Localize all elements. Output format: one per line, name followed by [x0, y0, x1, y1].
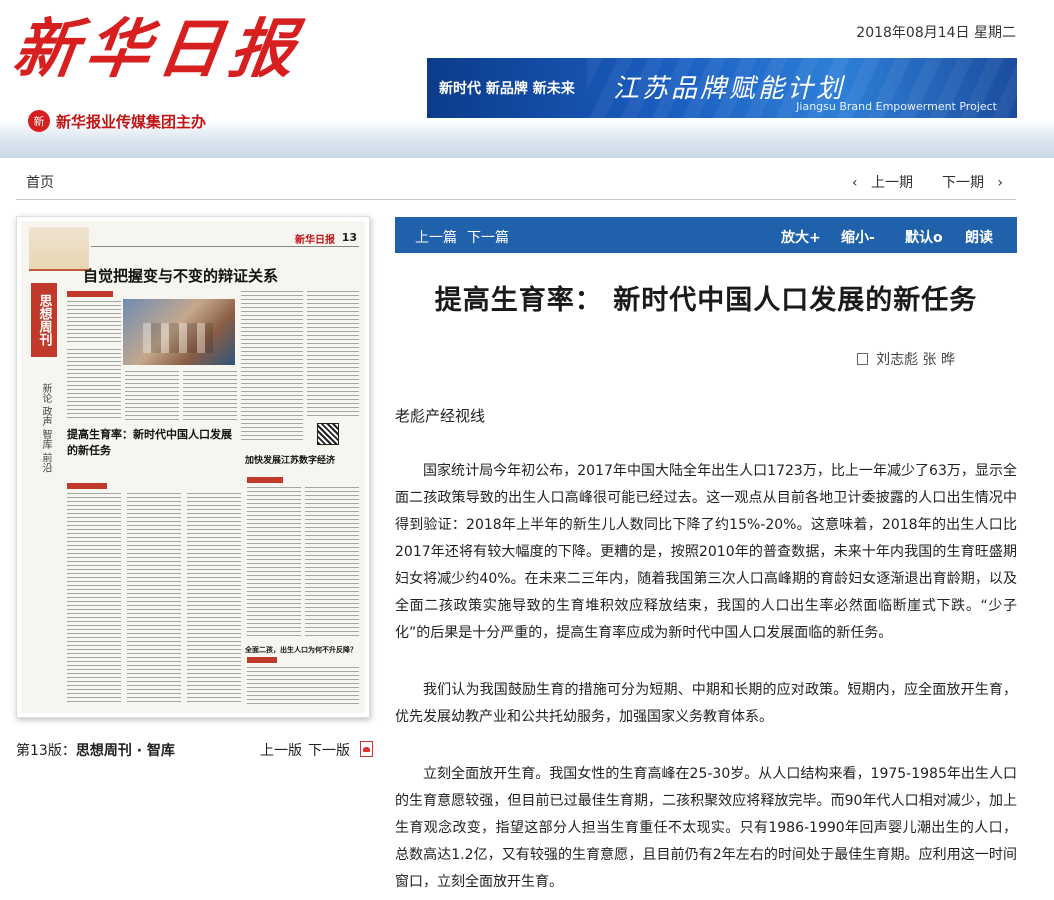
article-author: 刘志彪 张 晔	[395, 349, 955, 369]
thumb-text-block	[67, 349, 121, 421]
next-issue-link[interactable]: 下一期 ›	[942, 172, 1003, 192]
publisher-line: 新 新华报业传媒集团主办	[28, 110, 206, 132]
article-title: 提高生育率： 新时代中国人口发展的新任务	[434, 285, 978, 316]
zoom-out-button[interactable]: 缩小-	[841, 227, 875, 247]
newspaper-page-thumbnail[interactable]: 新华日报 13 自觉把握变与不变的辩证关系 思想周刊 新论 政声 智库 前沿 提…	[16, 216, 370, 718]
site-logo[interactable]: 新华日报	[9, 8, 308, 92]
thumb-photo	[123, 299, 235, 365]
seal-icon: 新	[28, 110, 50, 132]
prev-article-button[interactable]: 上一篇	[415, 227, 457, 247]
issue-navbar: 首页 ‹ 上一期 下一期 ›	[16, 162, 1016, 200]
article-paragraph: 我们认为我国鼓励生育的措施可分为短期、中期和长期的应对政策。短期内，应全面放开生…	[395, 682, 1017, 725]
page-name: 思想周刊 · 智库	[75, 743, 175, 759]
brand-banner[interactable]: 新时代 新品牌 新未来 江苏品牌赋能计划 Jiangsu Brand Empow…	[427, 58, 1017, 118]
issue-date: 2018年08月14日 星期二	[856, 25, 1016, 41]
article-lead: 老彪产经视线	[395, 407, 486, 425]
next-page-link[interactable]: 下一版	[308, 740, 350, 760]
prev-issue-link[interactable]: ‹ 上一期	[852, 172, 913, 192]
newspaper-page: 新华日报 13 自觉把握变与不变的辩证关系 思想周刊 新论 政声 智库 前沿 提…	[21, 221, 365, 713]
article-toolbar: 上一篇 下一篇 放大+ 缩小- 默认o 朗读	[395, 217, 1017, 253]
thumb-tag	[67, 483, 107, 489]
default-size-button[interactable]: 默认o	[905, 227, 943, 247]
page-caption: 第13版：思想周刊 · 智库	[16, 740, 175, 760]
thumb-tag	[67, 291, 113, 297]
thumb-text-block	[247, 487, 301, 637]
thumb-page-num: 13	[341, 231, 357, 244]
thumb-text-block	[127, 493, 181, 703]
thumb-masthead: 新华日报	[295, 235, 335, 246]
thumb-text-block	[125, 371, 179, 421]
next-article-button[interactable]: 下一篇	[467, 227, 509, 247]
zoom-in-button[interactable]: 放大+	[781, 227, 821, 247]
logo-text: 新华日报	[8, 12, 308, 87]
thumb-text-block	[241, 291, 303, 441]
checkbox-icon	[857, 353, 869, 365]
thumb-text-block	[187, 493, 241, 703]
thumb-text-block	[307, 291, 359, 417]
thumb-text-block	[247, 667, 359, 705]
banner-english: Jiangsu Brand Empowerment Project	[796, 100, 997, 113]
thumb-text-block	[67, 493, 121, 703]
author-names: 刘志彪 张 晔	[876, 352, 955, 368]
thumb-section: 思想周刊	[31, 283, 57, 357]
chevron-right-icon: ›	[984, 175, 1003, 191]
qr-code	[317, 423, 339, 445]
thumb-right-title: 加快发展江苏数字经济	[245, 456, 336, 466]
read-aloud-button[interactable]: 朗读	[965, 227, 993, 247]
thumb-article-title: 提高生育率：新时代中国人口发展的新任务	[67, 428, 232, 457]
publisher-text: 新华报业传媒集团主办	[56, 112, 207, 131]
thumb-text-block	[305, 487, 359, 637]
thumb-side-items: 新论 政声 智库 前沿	[40, 383, 51, 473]
banner-tags: 新时代 新品牌 新未来	[439, 81, 575, 97]
thumb-headline: 自觉把握变与不变的辩证关系	[83, 267, 279, 285]
home-link[interactable]: 首页	[26, 172, 54, 192]
chevron-left-icon: ‹	[852, 175, 871, 191]
decor-image	[29, 227, 89, 271]
site-header: 新华日报 新 新华报业传媒集团主办 2018年08月14日 星期二 新时代 新品…	[0, 0, 1054, 158]
pdf-icon[interactable]	[360, 741, 373, 757]
page-label: 第13版：	[16, 743, 76, 759]
article-paragraph: 立刻全面放开生育。我国女性的生育高峰在25-30岁。从人口结构来看，1975-1…	[395, 766, 1017, 890]
prev-issue-label: 上一期	[870, 175, 913, 191]
thumb-tag	[247, 657, 277, 663]
next-issue-label: 下一期	[942, 175, 984, 191]
thumb-text-block	[67, 301, 121, 345]
thumb-text-block	[183, 371, 237, 421]
prev-page-link[interactable]: 上一版	[260, 740, 302, 760]
thumb-tag	[247, 477, 283, 483]
article-paragraph: 国家统计局今年初公布，2017年中国大陆全年出生人口1723万，比上一年减少了6…	[395, 463, 1017, 641]
thumb-bottom-title: 全面二孩，出生人口为何不升反降？	[245, 646, 357, 654]
